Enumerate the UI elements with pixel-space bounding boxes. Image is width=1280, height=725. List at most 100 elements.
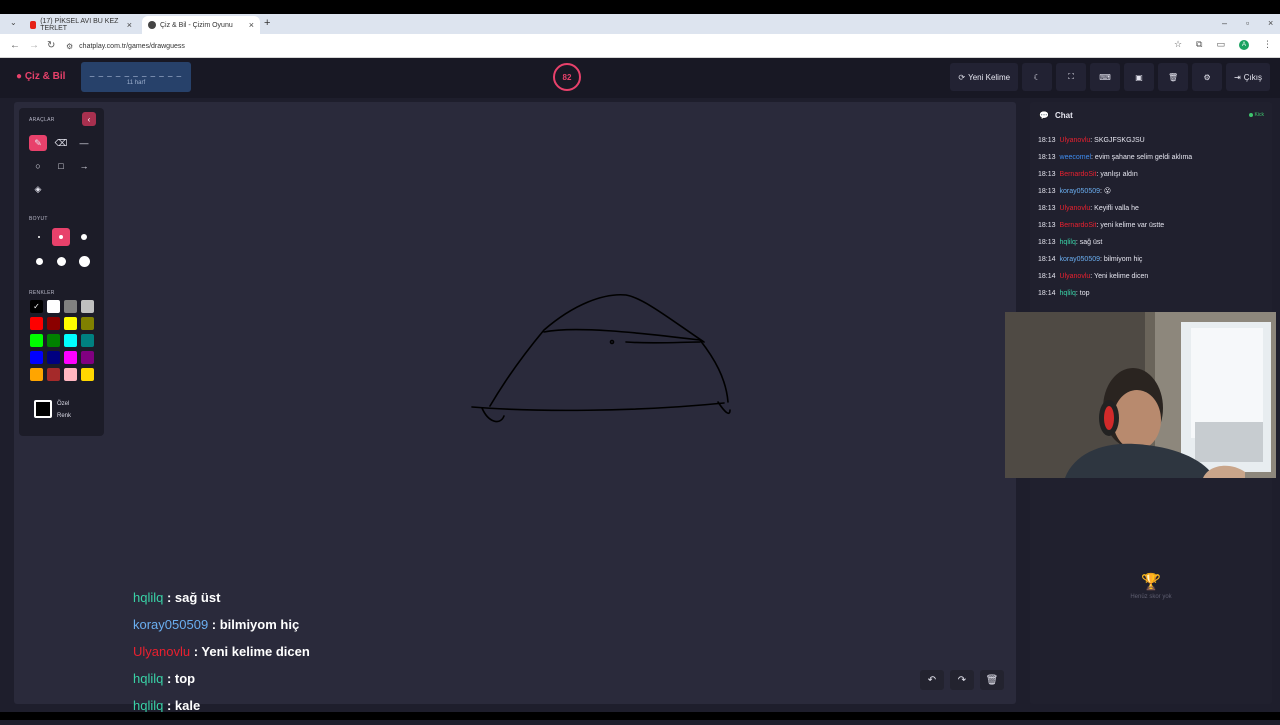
browser-menu-icon[interactable]: ⋮ [1263,39,1272,50]
chat-header: 💬 Chat [1030,102,1272,128]
arrow-tool[interactable]: → [75,158,93,174]
clear-button[interactable]: 🗑 [1158,63,1189,91]
color-swatch[interactable] [81,334,94,347]
color-swatch[interactable] [81,317,94,330]
app-logo[interactable]: ● Çiz & Bil [16,71,65,82]
tab-search-icon[interactable]: ⌄ [10,18,17,27]
color-swatch[interactable] [30,334,43,347]
color-swatch[interactable] [64,368,77,381]
color-swatch[interactable] [64,334,77,347]
chat-messages[interactable]: 18:13 Ulyanovlu: SKGJFSKGJSÜ 18:13 weecomel… [1038,136,1268,312]
chat-message-user[interactable]: Ulyanovlu [1060,205,1091,212]
color-swatch[interactable] [47,368,60,381]
color-swatch[interactable] [47,300,60,313]
undo-button[interactable]: ↶ [920,670,944,690]
tab-title: (17) PİKSEL AVI BU KEZ TERLET [40,18,119,32]
color-swatch[interactable] [47,317,60,330]
circle-tool[interactable]: ○ [29,158,47,174]
color-swatch[interactable] [81,368,94,381]
brush-size-1[interactable] [30,228,48,246]
site-info-icon[interactable]: ⚙ [66,42,73,51]
color-swatch[interactable] [64,351,77,364]
tab-title: Çiz & Bil - Çizim Oyunu [160,21,233,29]
maximize-icon[interactable]: ▫ [1246,18,1249,28]
forward-arrow-icon[interactable]: → [29,40,39,51]
redo-button[interactable]: ↷ [950,670,974,690]
custom-color-label: Özel Renk [57,398,71,422]
color-swatch[interactable]: ✓ [30,300,43,313]
tab-youtube[interactable]: (17) PİKSEL AVI BU KEZ TERLET × [24,16,138,34]
exit-button[interactable]: ⇥ Çıkış [1226,63,1270,91]
collapse-panel-button[interactable]: ‹ [82,112,96,126]
color-swatch[interactable] [64,317,77,330]
chat-message-time: 18:13 [1038,239,1056,246]
paint-bucket-icon: ◈ [34,183,42,194]
brush-size-4[interactable] [30,252,48,270]
layout-button[interactable]: ▣ [1124,63,1155,91]
chat-message-text: : yanlışı aldın [1096,171,1138,178]
color-swatch[interactable] [81,300,94,313]
overlay-chat-text: : bilmiyom hiç [208,617,300,632]
new-word-button[interactable]: ⟳ Yeni Kelime [950,63,1019,91]
profile-avatar[interactable]: A [1239,39,1249,50]
chat-message-user[interactable]: koray050509 [1060,256,1100,263]
color-swatch[interactable] [47,334,60,347]
redo-icon: ↷ [957,674,967,686]
color-swatch[interactable] [64,300,77,313]
color-swatch[interactable] [30,351,43,364]
bookmark-star-icon[interactable]: ☆ [1174,39,1182,50]
reload-icon[interactable]: ↻ [47,40,55,51]
brush-size-6[interactable] [75,252,93,270]
keyboard-button[interactable]: ⌨ [1090,63,1121,91]
back-arrow-icon[interactable]: ← [10,40,20,51]
chat-message-time: 18:13 [1038,137,1056,144]
minimize-icon[interactable]: – [1222,18,1227,28]
chat-message-user[interactable]: BernardoSit [1060,222,1097,229]
close-window-icon[interactable]: × [1268,18,1273,28]
chat-message-user[interactable]: weecomel [1060,154,1092,161]
pencil-icon: ✎ [34,137,42,148]
tab-game[interactable]: Çiz & Bil - Çizim Oyunu × [142,16,260,34]
dark-mode-button[interactable]: ☾ [1022,63,1053,91]
line-tool[interactable]: — [75,135,93,151]
overlay-chat-text: : sağ üst [163,590,221,605]
chat-message-user[interactable]: Ulyanovlu [1060,137,1091,144]
color-swatch[interactable] [30,368,43,381]
chat-message-user[interactable]: hqlilq [1060,239,1076,246]
chat-message-user[interactable]: BernardoSit [1060,171,1097,178]
chat-message-time: 18:13 [1038,205,1056,212]
chat-message-text: : bilmiyom hiç [1100,256,1143,263]
color-swatch[interactable] [81,351,94,364]
rectangle-tool[interactable]: □ [52,158,70,174]
online-dot-icon [1248,113,1253,117]
overlay-chat-user: hqlilq [133,671,164,686]
brush-size-3[interactable] [75,228,93,246]
color-swatch[interactable] [30,317,43,330]
chat-message-time: 18:13 [1038,188,1056,195]
url-field[interactable]: ⚙ chatplay.com.tr/games/drawguess [66,38,1160,54]
eraser-tool[interactable]: ⌫ [52,135,70,151]
color-swatch[interactable] [47,351,60,364]
extensions-icon[interactable]: ⧉ [1196,39,1202,50]
pencil-tool[interactable]: ✎ [29,135,47,151]
chat-message-user[interactable]: Ulyanovlu [1060,273,1091,280]
keyboard-icon: ⌨ [1099,72,1111,82]
cast-icon[interactable]: ▭ [1216,39,1225,50]
chat-message-time: 18:13 [1038,171,1056,178]
overlay-chat-user: hqlilq [133,698,164,713]
brush-size-5[interactable] [52,252,70,270]
fullscreen-button[interactable]: ⛶ [1056,63,1087,91]
fill-tool[interactable]: ◈ [29,181,47,197]
new-word-label: Yeni Kelime [968,72,1011,82]
clear-canvas-button[interactable]: 🗑 [980,670,1004,690]
close-tab-icon[interactable]: × [249,20,254,30]
close-tab-icon[interactable]: × [127,20,132,30]
moon-icon: ☾ [1033,72,1041,82]
custom-color-picker[interactable] [34,400,52,418]
chat-message-user[interactable]: koray050509 [1060,188,1100,195]
brush-size-2[interactable] [52,228,70,246]
new-tab-plus-icon[interactable]: + [264,17,270,29]
chat-message: 18:14 hqlilq: top [1038,289,1268,306]
settings-button[interactable]: ⚙ [1192,63,1223,91]
chat-message-user[interactable]: hqlilq [1060,290,1076,297]
